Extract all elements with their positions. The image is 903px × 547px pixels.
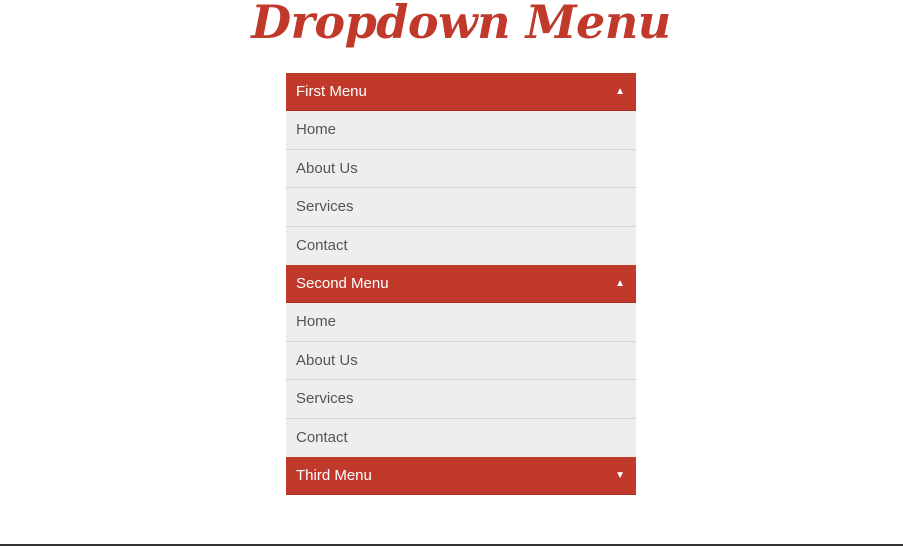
menu-item-home[interactable]: Home xyxy=(286,111,636,150)
triangle-up-icon: ▲ xyxy=(615,278,625,289)
menu-header-label: First Menu xyxy=(296,83,367,100)
page-title: Dropdown Menu xyxy=(251,0,671,49)
menu-item-services[interactable]: Services xyxy=(286,188,636,227)
menu-item-services[interactable]: Services xyxy=(286,380,636,419)
menu-header-third[interactable]: Third Menu ▼ xyxy=(286,457,636,495)
menu-header-second[interactable]: Second Menu ▲ xyxy=(286,265,636,303)
accordion-menu: First Menu ▲ Home About Us Services Cont… xyxy=(286,73,636,495)
menu-item-about-us[interactable]: About Us xyxy=(286,149,636,188)
bottom-divider xyxy=(0,544,903,546)
menu-item-home[interactable]: Home xyxy=(286,303,636,342)
menu-header-first[interactable]: First Menu ▲ xyxy=(286,73,636,111)
menu-header-label: Second Menu xyxy=(296,275,389,292)
menu-item-contact[interactable]: Contact xyxy=(286,418,636,457)
triangle-up-icon: ▲ xyxy=(615,86,625,97)
menu-body-second: Home About Us Services Contact xyxy=(286,303,636,457)
menu-header-label: Third Menu xyxy=(296,467,372,484)
menu-body-first: Home About Us Services Contact xyxy=(286,111,636,265)
triangle-down-icon: ▼ xyxy=(615,470,625,481)
page: Dropdown Menu First Menu ▲ Home About Us… xyxy=(0,0,903,547)
menu-item-about-us[interactable]: About Us xyxy=(286,341,636,380)
menu-item-contact[interactable]: Contact xyxy=(286,226,636,265)
